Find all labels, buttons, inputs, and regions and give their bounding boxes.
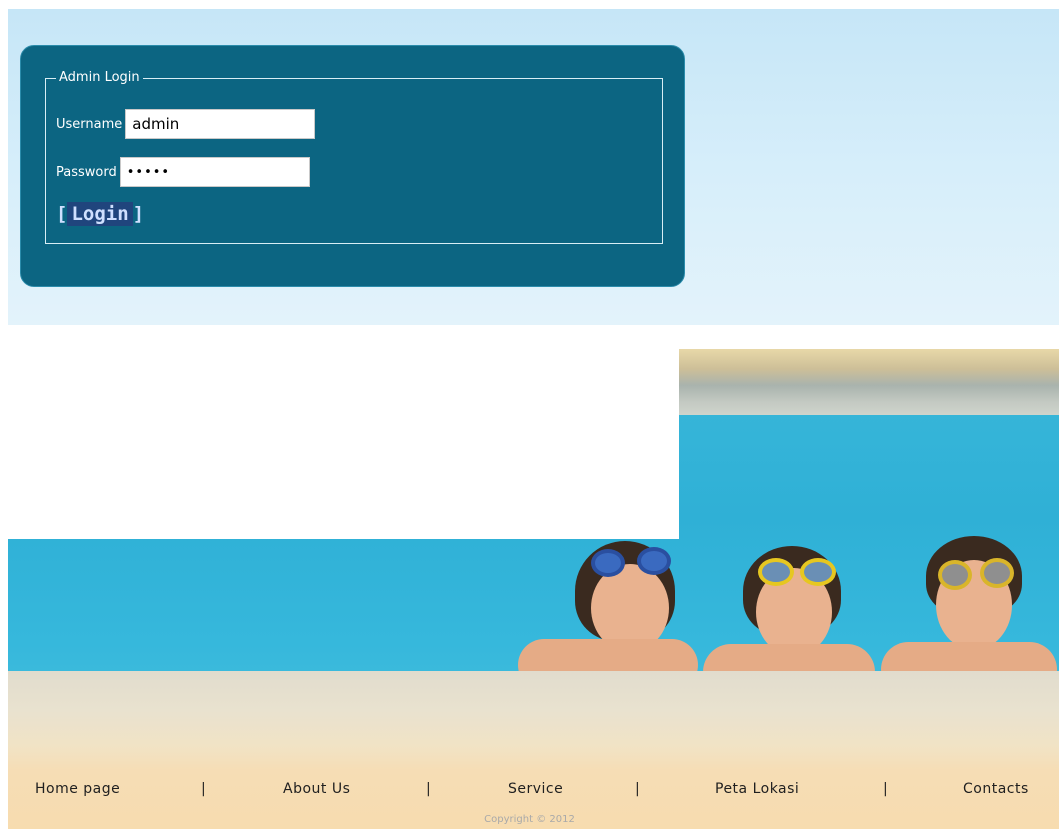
login-button[interactable]: [Login] (56, 202, 144, 226)
password-label: Password (56, 164, 117, 180)
copyright-text: Copyright © 2012 (484, 814, 575, 825)
pool-far-edge (678, 349, 1059, 415)
login-legend: Admin Login (56, 70, 143, 86)
nav-separator: | (426, 781, 431, 797)
bracket-right-icon: ] (132, 203, 145, 225)
username-row: Username (56, 109, 316, 139)
password-input[interactable] (119, 157, 310, 187)
hero-image (8, 349, 1059, 771)
nav-link-service[interactable]: Service (508, 781, 563, 797)
nav-link-home[interactable]: Home page (35, 781, 120, 797)
username-input[interactable] (125, 109, 316, 139)
password-row: Password (56, 157, 310, 187)
content-blank-area (8, 349, 679, 539)
pool-deck (8, 671, 1059, 771)
nav-separator: | (201, 781, 206, 797)
nav-link-peta-lokasi[interactable]: Peta Lokasi (715, 781, 799, 797)
login-fieldset: Admin Login Username Password [Login] (45, 70, 663, 244)
nav-separator: | (883, 781, 888, 797)
footer: Home page | About Us | Service | Peta Lo… (8, 771, 1059, 829)
nav-separator: | (635, 781, 640, 797)
footer-nav: Home page | About Us | Service | Peta Lo… (8, 781, 1059, 801)
bracket-left-icon: [ (56, 203, 68, 225)
login-button-label: Login (67, 202, 133, 226)
nav-link-about[interactable]: About Us (283, 781, 350, 797)
username-label: Username (56, 116, 123, 132)
nav-link-contacts[interactable]: Contacts (963, 781, 1029, 797)
admin-login-panel: Admin Login Username Password [Login] (20, 45, 685, 287)
